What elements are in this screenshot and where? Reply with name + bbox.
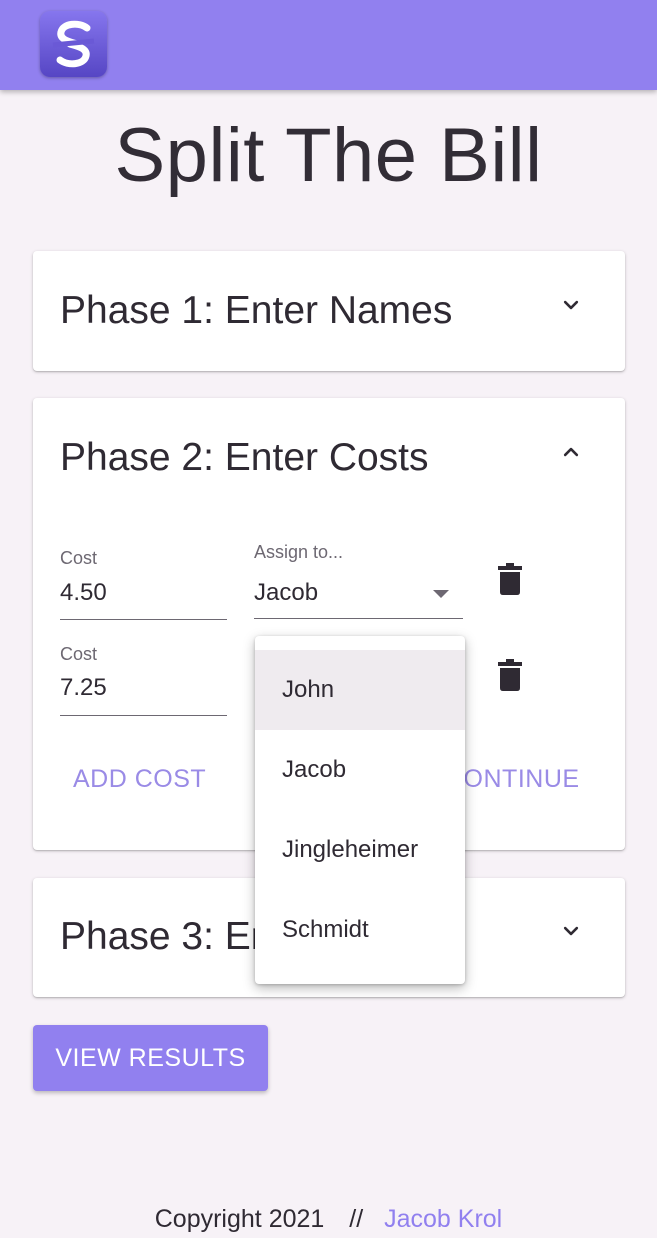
cost-value[interactable]: 4.50 bbox=[60, 578, 107, 608]
cost-underline bbox=[60, 715, 227, 716]
footer: Copyright 2021 // Jacob Krol bbox=[0, 1204, 657, 1234]
phase-2-title: Phase 2: Enter Costs bbox=[60, 436, 429, 479]
add-cost-button[interactable]: ADD COST bbox=[73, 764, 206, 794]
dropdown-option-john[interactable]: John bbox=[255, 650, 465, 730]
phase-1-panel[interactable]: Phase 1: Enter Names bbox=[33, 251, 625, 371]
footer-separator: // bbox=[349, 1205, 364, 1233]
split-logo-icon[interactable] bbox=[40, 11, 107, 77]
dropdown-option-jingleheimer[interactable]: Jingleheimer bbox=[255, 810, 465, 890]
chevron-down-icon[interactable] bbox=[557, 291, 585, 319]
app-bar bbox=[0, 0, 657, 90]
phase-1-title: Phase 1: Enter Names bbox=[60, 289, 453, 332]
page-title: Split The Bill bbox=[114, 113, 543, 198]
assign-dropdown-menu: John Jacob Jingleheimer Schmidt bbox=[255, 636, 465, 984]
chevron-down-icon[interactable] bbox=[557, 917, 585, 945]
continue-button[interactable]: CONTINUE bbox=[445, 764, 580, 794]
copyright-text: Copyright 2021 bbox=[154, 1205, 325, 1233]
cost-value[interactable]: 7.25 bbox=[60, 673, 107, 703]
phase-3-title: Phase 3: En bbox=[60, 915, 273, 958]
cost-label: Cost bbox=[60, 548, 98, 568]
assign-underline bbox=[254, 618, 463, 619]
cost-underline bbox=[60, 619, 227, 620]
dropdown-option-schmidt[interactable]: Schmidt bbox=[255, 890, 465, 970]
dropdown-option-jacob[interactable]: Jacob bbox=[255, 730, 465, 810]
author-link[interactable]: Jacob Krol bbox=[384, 1205, 502, 1233]
view-results-button[interactable]: VIEW RESULTS bbox=[33, 1025, 268, 1091]
dropdown-arrow-icon[interactable] bbox=[431, 588, 451, 600]
cost-label: Cost bbox=[60, 644, 98, 664]
trash-icon[interactable] bbox=[498, 563, 522, 595]
assign-value: Jacob bbox=[254, 579, 319, 606]
trash-icon[interactable] bbox=[498, 659, 522, 691]
assign-label: Assign to... bbox=[254, 542, 344, 562]
chevron-up-icon[interactable] bbox=[557, 438, 585, 466]
